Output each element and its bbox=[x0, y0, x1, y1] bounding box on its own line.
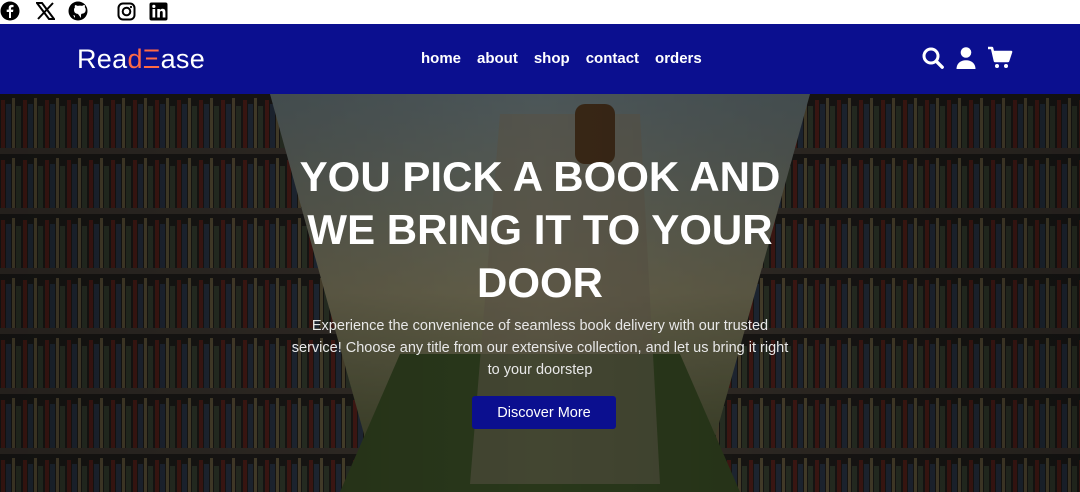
nav-icons bbox=[921, 46, 1013, 75]
hero-title-line-1: YOU PICK A BOOK AND bbox=[299, 153, 781, 200]
logo-text-accent: dΞ bbox=[127, 44, 161, 74]
facebook-icon[interactable] bbox=[0, 1, 20, 21]
nav-link-contact[interactable]: contact bbox=[586, 50, 639, 67]
nav-link-shop[interactable]: shop bbox=[534, 50, 570, 67]
hero-description: Experience the convenience of seamless b… bbox=[291, 318, 789, 378]
github-icon[interactable] bbox=[68, 1, 88, 21]
site-logo[interactable]: ReadΞase bbox=[77, 44, 205, 75]
social-bar bbox=[0, 0, 1080, 24]
linkedin-icon[interactable] bbox=[148, 1, 168, 21]
hero-section: YOU PICK A BOOK AND WE BRING IT TO YOUR … bbox=[0, 94, 1080, 492]
logo-text-end: ase bbox=[160, 44, 206, 74]
hero-title-line-3: DOOR bbox=[477, 259, 603, 306]
nav-link-about[interactable]: about bbox=[477, 50, 518, 67]
x-icon[interactable] bbox=[35, 1, 55, 21]
nav-link-orders[interactable]: orders bbox=[655, 50, 702, 67]
nav-link-home[interactable]: home bbox=[421, 50, 461, 67]
nav-links: home about shop contact orders bbox=[421, 50, 702, 67]
navbar: ReadΞase home about shop contact orders bbox=[0, 24, 1080, 94]
hero-title-line-2: WE BRING IT TO YOUR bbox=[307, 206, 773, 253]
cart-icon[interactable] bbox=[987, 46, 1013, 75]
search-icon[interactable] bbox=[921, 46, 945, 75]
instagram-icon[interactable] bbox=[116, 1, 136, 21]
discover-more-button[interactable]: Discover More bbox=[472, 396, 616, 429]
logo-text-start: Rea bbox=[77, 44, 128, 74]
user-icon[interactable] bbox=[955, 46, 977, 75]
hero-title: YOU PICK A BOOK AND WE BRING IT TO YOUR … bbox=[240, 150, 840, 309]
